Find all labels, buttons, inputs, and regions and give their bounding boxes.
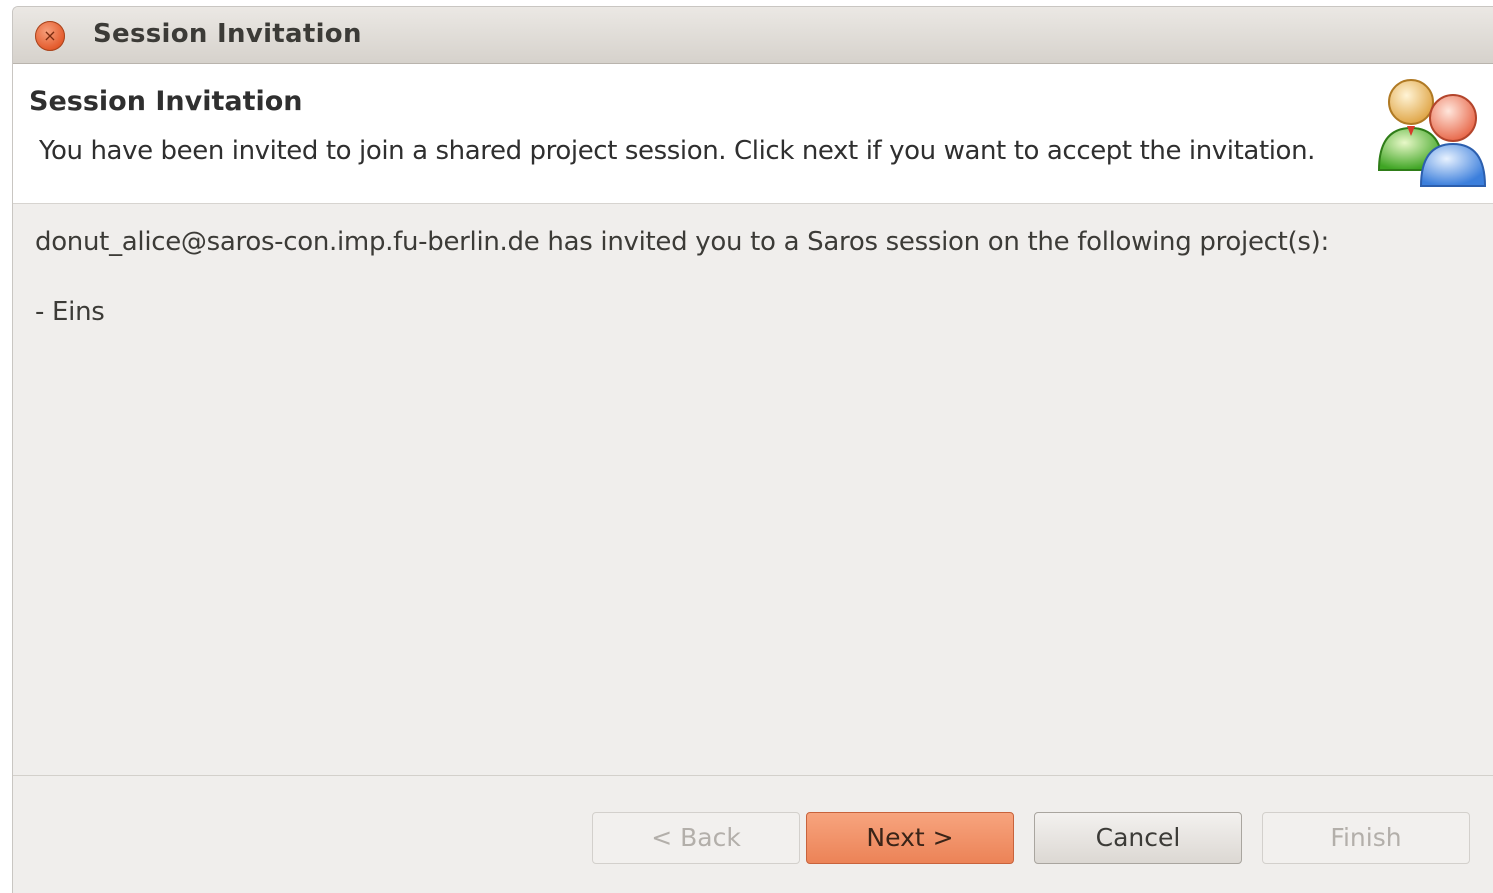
next-button[interactable]: Next > bbox=[806, 812, 1014, 864]
users-icon bbox=[1377, 79, 1487, 187]
button-bar-separator bbox=[13, 775, 1493, 776]
page-description: You have been invited to join a shared p… bbox=[39, 136, 1316, 166]
invitation-text: donut_alice@saros-con.imp.fu-berlin.de h… bbox=[35, 227, 1329, 257]
project-item: - Eins bbox=[35, 297, 105, 327]
wizard-header: Session Invitation You have been invited… bbox=[13, 64, 1493, 204]
close-button[interactable]: × bbox=[35, 21, 65, 51]
back-button[interactable]: < Back bbox=[592, 812, 800, 864]
page-title: Session Invitation bbox=[29, 86, 303, 117]
invitation-content: donut_alice@saros-con.imp.fu-berlin.de h… bbox=[35, 227, 1329, 367]
window-title: Session Invitation bbox=[93, 19, 362, 49]
title-bar[interactable]: × Session Invitation bbox=[13, 7, 1493, 64]
close-icon: × bbox=[43, 26, 57, 45]
cancel-button[interactable]: Cancel bbox=[1034, 812, 1242, 864]
finish-button[interactable]: Finish bbox=[1262, 812, 1470, 864]
session-invitation-dialog: × Session Invitation Session Invitation … bbox=[12, 6, 1493, 893]
